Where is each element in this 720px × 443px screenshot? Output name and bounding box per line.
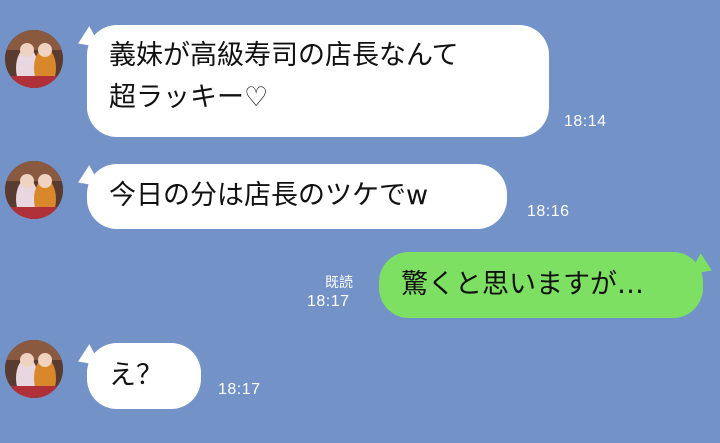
sender-avatar[interactable] [5,161,63,219]
sender-avatar[interactable] [5,340,63,398]
avatar-photo-icon [5,161,63,219]
message-text: 驚くと思いますが… [401,269,644,300]
sender-avatar[interactable] [5,30,63,88]
avatar-photo-icon [5,30,63,88]
avatar-photo-icon [5,340,63,398]
message-time: 18:16 [527,203,570,220]
message-time: 18:14 [564,113,607,130]
message-time: 18:17 [218,381,261,398]
message-bubble: 義妹が高級寿司の店長なんて 超ラッキー♡ [87,25,549,137]
message-bubble: え？ [87,343,201,409]
message-bubble: 驚くと思いますが… [379,252,703,318]
message-bubble: 今日の分は店長のツケでw [87,164,507,229]
message-text: 今日の分は店長のツケでw [109,180,429,211]
read-receipt: 既読 [325,275,353,291]
message-text: 義妹が高級寿司の店長なんて [109,40,459,71]
message-text: え？ [109,360,163,391]
message-time: 18:17 [307,293,350,310]
message-text: 超ラッキー♡ [109,82,269,113]
